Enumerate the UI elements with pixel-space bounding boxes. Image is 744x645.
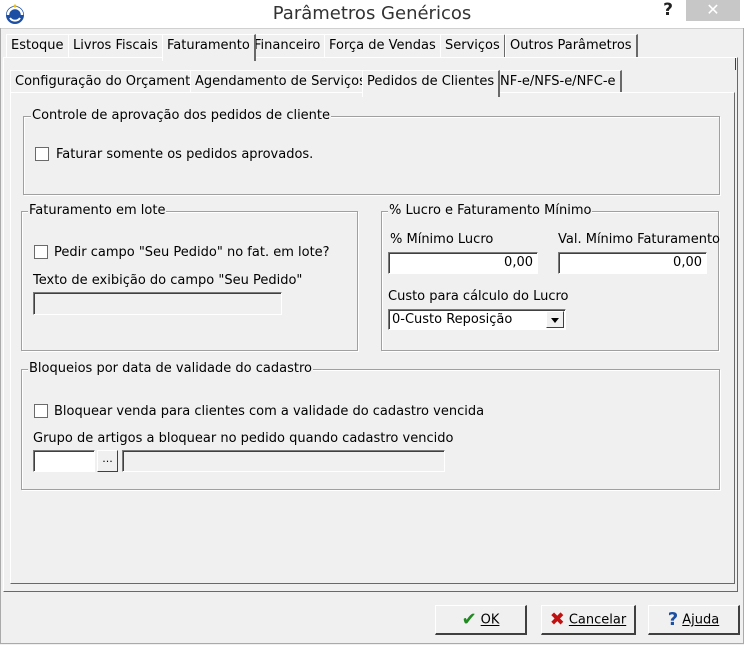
batch-billing-legend: Faturamento em lote [28, 203, 167, 219]
min-billing-field[interactable]: 0,00 [558, 252, 707, 274]
tab-label: Faturamento [167, 38, 250, 53]
ok-button[interactable]: ✔ OK [435, 605, 527, 635]
your-order-text-field[interactable] [33, 292, 282, 315]
tab-financeiro[interactable]: Financeiro [249, 34, 327, 57]
help-button[interactable]: ? Ajuda [648, 605, 740, 635]
tab-servicos[interactable]: Serviços [440, 34, 506, 57]
help-button-label: Ajuda [682, 612, 720, 628]
cancel-button-label: Cancelar [568, 612, 627, 628]
title-help-button[interactable]: ? [655, 0, 681, 22]
tab-estoque[interactable]: Estoque [6, 34, 70, 57]
tab-outros-parametros[interactable]: Outros Parâmetros [505, 34, 638, 57]
tab-pedidos-clientes[interactable]: Pedidos de Clientes [362, 70, 501, 97]
checkmark-icon: ✔ [461, 609, 477, 630]
article-group-lookup-button[interactable]: ... [97, 450, 118, 472]
cost-label: Custo para cálculo do Lucro [388, 289, 569, 304]
tab-label: NF-e/NFS-e/NFC-e [500, 74, 616, 89]
cost-select-value: 0-Custo Reposição [392, 312, 513, 327]
tab-label: Estoque [11, 38, 64, 53]
window-title: Parâmetros Genéricos [272, 3, 472, 24]
ok-button-label: OK [480, 612, 500, 628]
title-bar: Parâmetros Genéricos ? ✕ [0, 0, 744, 29]
scroll-indicator [735, 58, 736, 70]
tab-label: Força de Vendas [329, 38, 436, 53]
block-group-legend: Bloqueios por data de validade do cadast… [28, 361, 313, 377]
question-icon: ? [667, 609, 679, 630]
tab-label: Agendamento de Serviços [195, 74, 366, 89]
close-button[interactable]: ✕ [686, 0, 740, 21]
cancel-button[interactable]: ✖ Cancelar [541, 605, 636, 635]
tab-label: Livros Fiscais [73, 38, 158, 53]
article-group-code-field[interactable] [33, 450, 95, 472]
article-group-description-field [122, 450, 445, 472]
min-profit-label: % Mínimo Lucro [390, 232, 494, 247]
tab-label: Financeiro [254, 38, 321, 53]
profit-group-legend: % Lucro e Faturamento Mínimo [388, 203, 593, 219]
tab-agendamento-servicos[interactable]: Agendamento de Serviços [190, 70, 372, 93]
tab-label: Configuração do Orçamento [15, 74, 199, 89]
chevron-down-icon[interactable] [546, 311, 564, 328]
tab-forca-de-vendas[interactable]: Força de Vendas [324, 34, 442, 57]
min-profit-field[interactable]: 0,00 [388, 252, 538, 274]
block-expired-label: Bloquear venda para clientes com a valid… [54, 404, 485, 419]
tab-label: Pedidos de Clientes [367, 74, 495, 89]
cost-select[interactable]: 0-Custo Reposição [388, 309, 566, 330]
tab-nfe-nfse-nfce[interactable]: NF-e/NFS-e/NFC-e [495, 70, 622, 93]
ask-your-order-label: Pedir campo "Seu Pedido" no fat. em lote… [54, 245, 330, 260]
cross-icon: ✖ [549, 609, 565, 630]
tab-livros-fiscais[interactable]: Livros Fiscais [68, 34, 164, 57]
approved-orders-checkbox[interactable] [35, 147, 49, 161]
min-billing-label: Val. Mínimo Faturamento [558, 232, 721, 247]
approval-group-legend: Controle de aprovação dos pedidos de cli… [31, 108, 332, 124]
tab-faturamento[interactable]: Faturamento [162, 34, 256, 61]
your-order-text-label: Texto de exibição do campo "Seu Pedido" [33, 273, 303, 288]
approved-orders-label: Faturar somente os pedidos aprovados. [56, 147, 314, 162]
tab-configuracao-orcamento[interactable]: Configuração do Orçamento [10, 70, 205, 93]
tab-label: Outros Parâmetros [510, 38, 632, 53]
article-group-label: Grupo de artigos a bloquear no pedido qu… [33, 431, 454, 446]
tab-label: Serviços [445, 38, 500, 53]
block-expired-checkbox[interactable] [34, 404, 48, 418]
ask-your-order-checkbox[interactable] [34, 245, 48, 259]
